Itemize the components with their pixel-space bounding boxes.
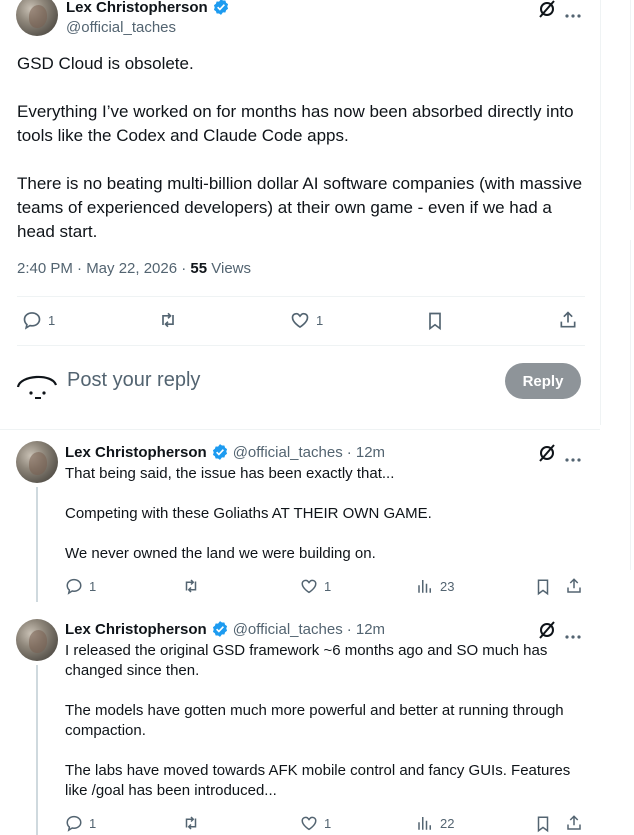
repost-icon (181, 814, 201, 832)
reply-paragraph: I released the original GSD framework ~6… (65, 642, 548, 679)
views-count: 22 (440, 815, 455, 831)
author-handle[interactable]: @official_taches (233, 444, 343, 461)
like-icon (300, 577, 318, 595)
views-icon (416, 577, 434, 595)
share-icon (565, 813, 583, 833)
reply-text: I released the original GSD framework ~6… (65, 641, 590, 801)
reply-paragraph: The labs have moved towards AFK mobile c… (65, 762, 571, 799)
verified-badge-icon (211, 443, 229, 461)
reply-paragraph: That being said, the issue has been exac… (65, 465, 395, 482)
column-border (600, 0, 601, 425)
like-icon (290, 310, 310, 330)
sidebar-edge (630, 0, 631, 210)
author-name[interactable]: Lex Christopherson (65, 621, 207, 638)
reply-submit-button[interactable]: Reply (505, 363, 581, 399)
post-time[interactable]: · 12m (347, 621, 385, 638)
divider (0, 429, 600, 430)
timestamp[interactable]: 2:40 PM · May 22, 2026 · (17, 260, 190, 277)
share-button[interactable] (565, 576, 583, 596)
share-button[interactable] (558, 309, 578, 331)
avatar[interactable] (16, 619, 58, 661)
post-paragraph: There is no beating multi-billion dollar… (17, 174, 583, 241)
post-time[interactable]: · 12m (347, 444, 385, 461)
author-row: Lex Christopherson @official_taches · 12… (65, 443, 385, 461)
share-icon (565, 576, 583, 596)
author-name[interactable]: Lex Christopherson (66, 0, 208, 16)
bookmark-button[interactable] (534, 814, 552, 834)
repost-icon (157, 310, 179, 330)
reply-input[interactable]: Post your reply (67, 369, 200, 392)
views-icon (416, 814, 434, 832)
reply-button[interactable]: 1 (65, 814, 96, 832)
thread-line (36, 487, 38, 602)
more-icon[interactable] (564, 6, 582, 24)
like-count: 1 (316, 312, 324, 328)
like-button[interactable]: 1 (300, 814, 331, 832)
bookmark-button[interactable] (425, 310, 445, 332)
bookmark-icon (534, 577, 552, 597)
reply-icon (65, 814, 83, 832)
views-count: 55 (190, 260, 208, 277)
sidebar-edge (630, 240, 631, 570)
bookmark-button[interactable] (534, 577, 552, 597)
reply-button[interactable]: 1 (22, 310, 55, 330)
author-row: Lex Christopherson (66, 0, 230, 16)
verified-badge-icon (211, 620, 229, 638)
avatar[interactable] (16, 441, 58, 483)
reply-paragraph: We never owned the land we were building… (65, 545, 376, 562)
author-row: Lex Christopherson @official_taches · 12… (65, 620, 385, 638)
like-count: 1 (324, 815, 332, 831)
post-paragraph: GSD Cloud is obsolete. (17, 54, 194, 73)
reply-icon (65, 577, 83, 595)
thread-line (36, 665, 38, 835)
like-count: 1 (324, 578, 332, 594)
author-name[interactable]: Lex Christopherson (65, 444, 207, 461)
share-button[interactable] (565, 813, 583, 833)
repost-icon (181, 577, 201, 595)
reply-button[interactable]: 1 (65, 577, 96, 595)
reply-count: 1 (48, 312, 56, 328)
grok-icon[interactable] (537, 0, 557, 24)
post-text: GSD Cloud is obsolete. Everything I’ve w… (17, 52, 587, 244)
repost-button[interactable] (181, 577, 201, 595)
views-button[interactable]: 22 (416, 814, 454, 832)
author-handle[interactable]: @official_taches (233, 621, 343, 638)
like-button[interactable]: 1 (290, 310, 323, 330)
share-icon (558, 309, 578, 331)
divider (17, 296, 585, 297)
avatar[interactable] (16, 0, 58, 36)
bookmark-icon (534, 814, 552, 834)
repost-button[interactable] (181, 814, 201, 832)
reply-paragraph: Competing with these Goliaths AT THEIR O… (65, 505, 432, 522)
repost-button[interactable] (157, 310, 179, 330)
like-button[interactable]: 1 (300, 577, 331, 595)
reply-count: 1 (89, 815, 97, 831)
author-handle[interactable]: @official_taches (66, 19, 176, 36)
verified-badge-icon (212, 0, 230, 16)
views-button[interactable]: 23 (416, 577, 454, 595)
views-count: 23 (440, 578, 455, 594)
reply-icon (22, 310, 42, 330)
post-paragraph: Everything I’ve worked on for months has… (17, 102, 574, 145)
divider (17, 345, 585, 346)
like-icon (300, 814, 318, 832)
views-label: Views (207, 260, 252, 277)
reply-text: That being said, the issue has been exac… (65, 464, 590, 564)
reply-count: 1 (89, 578, 97, 594)
reply-paragraph: The models have gotten much more powerfu… (65, 702, 564, 739)
bookmark-icon (425, 310, 445, 332)
composer-avatar[interactable] (14, 363, 60, 408)
post-meta: 2:40 PM · May 22, 2026 · 55 Views (17, 260, 251, 277)
